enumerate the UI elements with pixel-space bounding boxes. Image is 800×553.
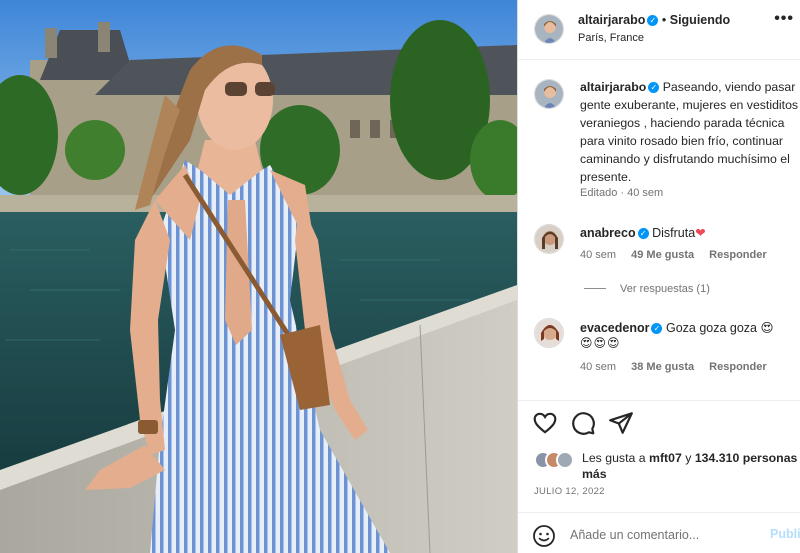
likes-middle: y <box>685 451 692 465</box>
commenter-avatar[interactable] <box>534 318 564 348</box>
comment-text-line: evacedenor ✓ Goza goza goza 😍 <box>580 320 774 335</box>
divider <box>518 512 800 513</box>
liker-avatar <box>556 451 574 469</box>
comment-icon[interactable] <box>570 410 596 436</box>
caption-username[interactable]: altairjarabo <box>580 80 646 94</box>
commenter-username[interactable]: anabreco <box>580 226 636 240</box>
likes-user[interactable]: mft07 <box>649 451 682 465</box>
heart-eyes-emoji: 😍 <box>760 321 774 335</box>
heart-emoji: ❤ <box>695 226 706 240</box>
post-location[interactable]: París, France <box>578 32 644 44</box>
author-avatar[interactable] <box>534 14 564 44</box>
comment-input[interactable] <box>570 522 760 548</box>
caption-body: Paseando, viendo pasar gente exuberante,… <box>580 80 799 184</box>
comment-emoji-line: 😍😍😍 <box>580 336 621 350</box>
comment-body: Goza goza goza <box>665 321 758 335</box>
comment-age: 40 sem <box>580 361 617 373</box>
likes-suffix[interactable]: más <box>582 467 607 481</box>
more-options-icon[interactable]: ••• <box>774 10 794 28</box>
publish-button[interactable]: Publicar <box>770 527 800 541</box>
post-header: altairjarabo ✓ • Siguiendo París, France … <box>518 0 800 60</box>
replies-line <box>584 288 606 289</box>
emoji-icon[interactable] <box>532 524 556 548</box>
post-date: JULIO 12, 2022 <box>534 486 605 497</box>
dot-separator: • <box>661 13 670 27</box>
comment-meta: 40 sem 49 Me gusta Responder <box>580 249 779 261</box>
verified-badge-icon: ✓ <box>637 228 649 239</box>
caption-avatar[interactable] <box>534 79 564 109</box>
comment-text-line: anabreco ✓ Disfruta❤ <box>580 225 706 240</box>
post-photo[interactable] <box>0 0 517 553</box>
view-replies-button[interactable]: Ver respuestas (1) <box>584 283 710 295</box>
author-line: altairjarabo ✓ • Siguiendo <box>578 13 730 27</box>
caption-meta: Editado · 40 sem <box>580 187 664 199</box>
comment-age: 40 sem <box>580 249 617 261</box>
author-username[interactable]: altairjarabo <box>578 13 645 27</box>
caption-text: altairjarabo ✓ Paseando, viendo pasar gen… <box>580 78 800 186</box>
verified-badge-icon: ✓ <box>651 323 663 334</box>
view-replies-label: Ver respuestas (1) <box>620 283 710 295</box>
comment-likes[interactable]: 38 Me gusta <box>631 361 694 373</box>
comment-meta: 40 sem 38 Me gusta Responder <box>580 361 779 373</box>
reply-button[interactable]: Responder <box>709 361 766 373</box>
likes-text: Les gusta a mft07 y 134.310 personas más <box>582 450 800 482</box>
reply-button[interactable]: Responder <box>709 249 766 261</box>
likes-prefix: Les gusta a <box>582 451 646 465</box>
heart-icon[interactable] <box>532 410 558 436</box>
following-button[interactable]: Siguiendo <box>670 13 730 27</box>
commenter-avatar[interactable] <box>534 224 564 254</box>
verified-badge-icon: ✓ <box>648 82 660 93</box>
post-side-panel: altairjarabo ✓ • Siguiendo París, France … <box>518 0 800 553</box>
verified-badge-icon: ✓ <box>647 15 659 26</box>
comment-body: Disfruta <box>652 226 696 240</box>
commenter-username[interactable]: evacedenor <box>580 321 649 335</box>
comment-likes[interactable]: 49 Me gusta <box>631 249 694 261</box>
likers-avatars <box>534 451 582 469</box>
likes-count[interactable]: 134.310 personas <box>695 451 798 465</box>
share-icon[interactable] <box>608 410 634 436</box>
divider <box>518 400 800 401</box>
